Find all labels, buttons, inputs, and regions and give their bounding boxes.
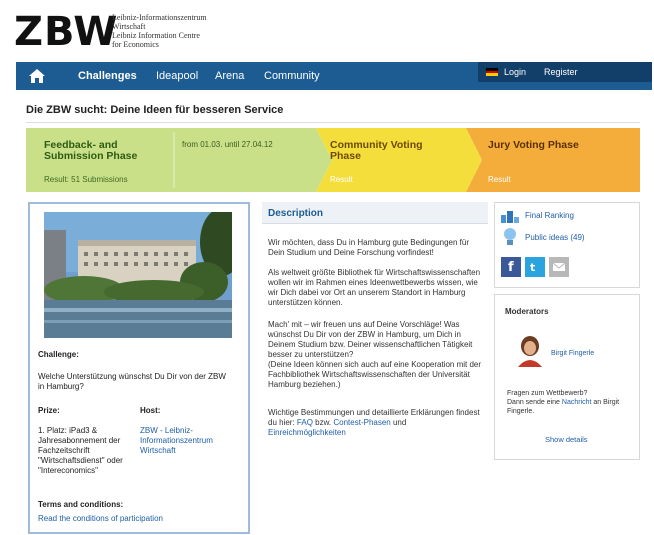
- phase-result: Result: 51 Submissions: [44, 175, 128, 184]
- prize-label: Prize:: [38, 406, 60, 415]
- prize-text: 1. Platz: iPad3 & Jahresabonnement der F…: [38, 426, 123, 475]
- nav-ideapool[interactable]: Ideapool: [156, 70, 198, 83]
- description-paragraph: Mach' mit – wir freuen uns auf Deine Vor…: [268, 320, 473, 359]
- login-link[interactable]: Login: [504, 67, 526, 77]
- moderator-name-link[interactable]: Birgit Fingerle: [551, 350, 594, 357]
- german-flag-icon[interactable]: [486, 68, 498, 76]
- challenge-label: Challenge:: [38, 350, 79, 359]
- host-label: Host:: [140, 406, 161, 415]
- phase-result[interactable]: Result: [330, 175, 353, 184]
- nav-arena[interactable]: Arena: [215, 70, 244, 83]
- description-paragraph: Wir möchten, dass Du in Hamburg gute Bed…: [268, 238, 469, 257]
- logo-subtitle: Leibniz-Informationszentrum Wirtschaft L…: [112, 13, 242, 49]
- description-paragraph: Als weltweit größte Bibliothek für Wirts…: [268, 268, 481, 307]
- moderators-title: Moderators: [505, 307, 549, 316]
- text: Dann sende eine: [507, 399, 562, 406]
- twitter-icon[interactable]: t: [525, 257, 545, 277]
- moderator-avatar: [518, 336, 542, 367]
- logo-line: for Economics: [112, 40, 159, 49]
- zbw-logo[interactable]: ZBW: [14, 12, 118, 52]
- terms-link[interactable]: Read the conditions of participation: [38, 514, 163, 524]
- nav-community[interactable]: Community: [264, 70, 320, 83]
- text: und: [390, 418, 407, 427]
- register-link[interactable]: Register: [544, 67, 578, 77]
- nav-challenges[interactable]: Challenges: [78, 70, 137, 83]
- divider: [26, 122, 640, 123]
- phase-dates: from 01.03. until 27.04.12: [174, 128, 316, 192]
- facebook-icon[interactable]: f: [501, 257, 521, 277]
- phase-community-voting[interactable]: Community Voting Phase Result: [316, 128, 466, 192]
- email-icon[interactable]: [549, 257, 569, 277]
- terms-label: Terms and conditions:: [38, 500, 124, 509]
- show-details-link[interactable]: Show details: [545, 435, 588, 444]
- phase-bar: Feedback- and Submission Phase Result: 5…: [26, 128, 640, 192]
- logo-line: Leibniz Information Centre: [112, 31, 200, 40]
- logo-line: Wirtschaft: [112, 22, 146, 31]
- logo-line: Leibniz-Informationszentrum: [112, 13, 207, 22]
- contest-phases-link[interactable]: Contest-Phasen: [333, 418, 390, 427]
- description-title: Description: [268, 208, 324, 219]
- page-title: Die ZBW sucht: Deine Ideen für besseren …: [26, 104, 284, 116]
- phase-title: Jury Voting Phase: [488, 139, 579, 151]
- lightbulb-icon: [504, 228, 516, 245]
- submission-options-link[interactable]: Einreichmöglichkeiten: [268, 428, 346, 437]
- ranking-icon: [501, 211, 519, 223]
- challenge-text: Welche Unterstützung wünschst Du Dir von…: [38, 372, 226, 391]
- faq-link[interactable]: FAQ: [297, 418, 313, 427]
- phase-feedback[interactable]: Feedback- and Submission Phase Result: 5…: [26, 128, 174, 192]
- phase-jury-voting[interactable]: Jury Voting Phase Result: [466, 128, 640, 192]
- site-header: ZBW Leibniz-Informationszentrum Wirtscha…: [0, 0, 654, 62]
- phase-result[interactable]: Result: [488, 175, 511, 184]
- phase-title: Feedback- and Submission Phase: [44, 139, 138, 162]
- contact-text: Dann sende eine Nachricht an Birgit Fing…: [507, 398, 633, 416]
- ranking-box: Final Ranking Public ideas (49) f t: [494, 202, 640, 288]
- host-link[interactable]: ZBW - Leibniz-Informationszentrum Wirtsc…: [140, 426, 236, 456]
- description-paragraph: (Deine Ideen können sich auch auf eine K…: [268, 360, 482, 389]
- account-bar: Login Register: [478, 62, 652, 82]
- final-ranking-link[interactable]: Final Ranking: [525, 211, 574, 220]
- phase-title: Community Voting Phase: [330, 139, 423, 162]
- question-text: Fragen zum Wettbewerb?: [507, 390, 588, 397]
- home-icon[interactable]: [28, 68, 46, 84]
- description-header: Description: [262, 202, 488, 224]
- text: bzw.: [312, 418, 334, 427]
- public-ideas-link[interactable]: Public ideas (49): [525, 233, 585, 242]
- description-paragraph-links: Wichtige Bestimmungen und detaillierte E…: [268, 408, 486, 438]
- description-panel: Description Wir möchten, dass Du in Hamb…: [262, 202, 488, 452]
- moderators-box: Moderators Birgit Fingerle Fragen zum We…: [494, 294, 640, 460]
- message-link[interactable]: Nachricht: [562, 399, 592, 406]
- phase-dates-text: from 01.03. until 27.04.12: [182, 140, 273, 149]
- challenge-card: Challenge: Welche Unterstützung wünschst…: [28, 202, 250, 534]
- building-photo: [44, 212, 232, 338]
- main-nav: Challenges Ideapool Arena Community Logi…: [16, 62, 652, 90]
